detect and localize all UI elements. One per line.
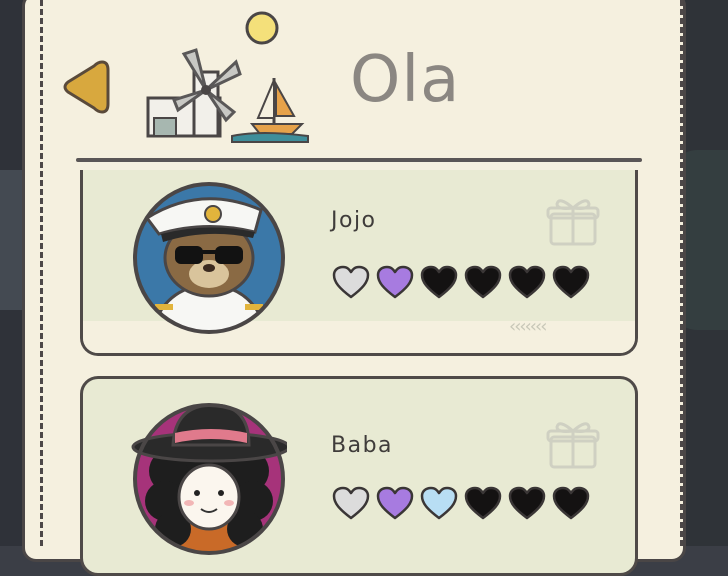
friend-card[interactable]: Baba: [80, 376, 638, 576]
background-shape: [0, 170, 24, 310]
avatar-curly-hair-hat-icon: [131, 403, 287, 555]
gift-icon[interactable]: [545, 417, 601, 471]
friendship-hearts: [331, 485, 591, 521]
back-arrow-icon[interactable]: [58, 56, 110, 118]
heart-black-icon: [464, 486, 502, 520]
heart-black-icon: [420, 265, 458, 299]
heart-black-icon: [464, 265, 502, 299]
heart-silver-icon: [332, 265, 370, 299]
avatar-captain-bear-icon: [133, 182, 285, 334]
friend-name: Baba: [331, 433, 394, 458]
heart-black-icon: [552, 486, 590, 520]
panel-stitch-left: [40, 0, 43, 546]
friend-card[interactable]: Jojo ‹‹‹‹‹‹‹: [80, 170, 638, 356]
panel-stitch-right: [680, 0, 683, 546]
heart-blue-icon: [420, 486, 458, 520]
friend-name: Jojo: [331, 208, 377, 233]
header-divider: [76, 158, 642, 162]
swipe-chevrons-icon: ‹‹‹‹‹‹‹: [509, 316, 547, 337]
heart-black-icon: [552, 265, 590, 299]
heart-purple-icon: [376, 486, 414, 520]
heart-black-icon: [508, 265, 546, 299]
heart-silver-icon: [332, 486, 370, 520]
heart-purple-icon: [376, 265, 414, 299]
gift-icon[interactable]: [545, 194, 601, 248]
heart-black-icon: [508, 486, 546, 520]
friendship-hearts: [331, 264, 591, 300]
island-title: Ola: [350, 43, 461, 117]
location-scene-icon: [146, 11, 309, 143]
